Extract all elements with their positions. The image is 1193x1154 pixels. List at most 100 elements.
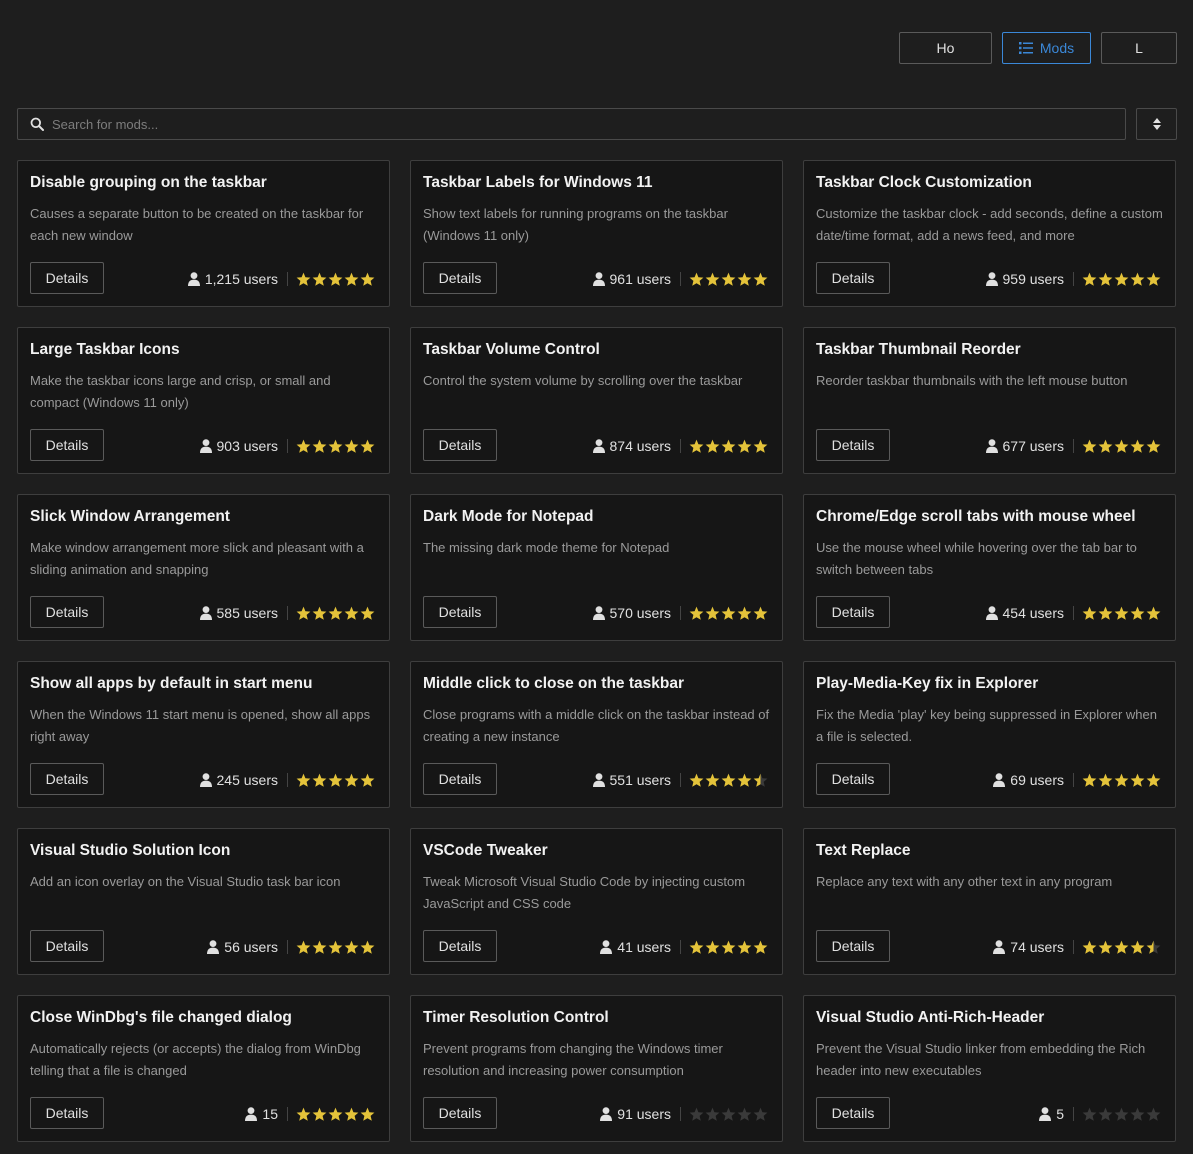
details-button[interactable]: Details — [30, 596, 104, 628]
mod-title: Disable grouping on the taskbar — [30, 174, 267, 191]
user-icon — [985, 272, 998, 286]
star-icon — [705, 272, 720, 286]
details-button[interactable]: Details — [423, 930, 497, 962]
details-button[interactable]: Details — [423, 262, 497, 294]
mod-card[interactable]: Disable grouping on the taskbar Causes a… — [17, 160, 390, 307]
mod-card[interactable]: Dark Mode for Notepad The missing dark m… — [410, 494, 783, 641]
mod-title: Show all apps by default in start menu — [30, 675, 313, 692]
top-nav: Ho Mods L — [899, 32, 1177, 64]
mod-card[interactable]: Large Taskbar Icons Make the taskbar ico… — [17, 327, 390, 474]
user-count: 41 users — [617, 939, 671, 955]
details-button[interactable]: Details — [30, 262, 104, 294]
user-icon — [207, 940, 220, 954]
mod-card[interactable]: Chrome/Edge scroll tabs with mouse wheel… — [803, 494, 1176, 641]
divider — [287, 940, 288, 954]
details-button[interactable]: Details — [816, 1097, 890, 1129]
star-icon — [721, 272, 736, 286]
nav-last-button[interactable]: L — [1101, 32, 1177, 64]
star-icon — [1130, 1107, 1145, 1121]
star-rating — [689, 439, 768, 454]
details-button[interactable]: Details — [30, 763, 104, 795]
star-rating — [689, 606, 768, 621]
star-icon — [753, 439, 768, 453]
details-button[interactable]: Details — [423, 1097, 497, 1129]
mod-card[interactable]: Taskbar Thumbnail Reorder Reorder taskba… — [803, 327, 1176, 474]
details-button[interactable]: Details — [816, 930, 890, 962]
mod-card[interactable]: Timer Resolution Control Prevent program… — [410, 995, 783, 1142]
details-button[interactable]: Details — [30, 1097, 104, 1129]
mod-card[interactable]: Show all apps by default in start menu W… — [17, 661, 390, 808]
mod-description: Prevent programs from changing the Windo… — [423, 1041, 723, 1078]
star-rating — [689, 940, 768, 955]
mod-card[interactable]: Taskbar Clock Customization Customize th… — [803, 160, 1176, 307]
mod-title: Close WinDbg's file changed dialog — [30, 1009, 292, 1026]
star-icon — [312, 773, 327, 787]
details-button[interactable]: Details — [30, 930, 104, 962]
nav-last-label: L — [1135, 40, 1143, 56]
mod-title: Visual Studio Anti-Rich-Header — [816, 1009, 1045, 1026]
mod-card[interactable]: Taskbar Volume Control Control the syste… — [410, 327, 783, 474]
mod-title: Timer Resolution Control — [423, 1009, 609, 1026]
details-button[interactable]: Details — [30, 429, 104, 461]
divider — [1073, 773, 1074, 787]
sort-button[interactable] — [1136, 108, 1177, 140]
star-icon — [753, 773, 768, 787]
details-button[interactable]: Details — [423, 429, 497, 461]
site-logo[interactable] — [22, 22, 312, 68]
star-icon — [689, 272, 704, 286]
divider — [680, 1107, 681, 1121]
mod-card[interactable]: Close WinDbg's file changed dialog Autom… — [17, 995, 390, 1142]
star-icon — [721, 940, 736, 954]
mod-card[interactable]: Visual Studio Anti-Rich-Header Prevent t… — [803, 995, 1176, 1142]
mod-description: Close programs with a middle click on th… — [423, 707, 770, 744]
mod-card[interactable]: Taskbar Labels for Windows 11 Show text … — [410, 160, 783, 307]
nav-mods-button[interactable]: Mods — [1002, 32, 1091, 64]
details-button[interactable]: Details — [423, 596, 497, 628]
nav-home-button[interactable]: Ho — [899, 32, 992, 64]
details-button[interactable]: Details — [816, 429, 890, 461]
star-rating — [689, 272, 768, 287]
mod-meta: 56 users — [207, 939, 375, 955]
divider — [1073, 272, 1074, 286]
divider — [1073, 606, 1074, 620]
star-icon — [360, 1107, 375, 1121]
star-icon — [689, 773, 704, 787]
mod-card[interactable]: Middle click to close on the taskbar Clo… — [410, 661, 783, 808]
user-count: 454 users — [1002, 605, 1064, 621]
mod-description: Make window arrangement more slick and p… — [30, 540, 364, 577]
search-input[interactable] — [52, 109, 1125, 139]
mod-title: Text Replace — [816, 842, 911, 859]
mods-grid: Disable grouping on the taskbar Causes a… — [17, 160, 1176, 1142]
star-icon — [705, 439, 720, 453]
user-count: 56 users — [224, 939, 278, 955]
user-icon — [199, 439, 212, 453]
star-icon — [1114, 606, 1129, 620]
divider — [287, 773, 288, 787]
star-rating — [1082, 940, 1161, 955]
details-button[interactable]: Details — [423, 763, 497, 795]
star-icon — [1098, 439, 1113, 453]
star-icon — [1098, 606, 1113, 620]
details-button[interactable]: Details — [816, 596, 890, 628]
mod-meta: 5 — [1039, 1106, 1161, 1122]
star-icon — [312, 606, 327, 620]
user-count: 903 users — [216, 438, 278, 454]
star-icon — [1130, 272, 1145, 286]
star-icon — [360, 439, 375, 453]
mod-card[interactable]: Text Replace Replace any text with any o… — [803, 828, 1176, 975]
mod-card[interactable]: VSCode Tweaker Tweak Microsoft Visual St… — [410, 828, 783, 975]
mod-card[interactable]: Visual Studio Solution Icon Add an icon … — [17, 828, 390, 975]
mod-card[interactable]: Play-Media-Key fix in Explorer Fix the M… — [803, 661, 1176, 808]
details-button[interactable]: Details — [816, 262, 890, 294]
mod-description: Control the system volume by scrolling o… — [423, 373, 743, 388]
star-icon — [344, 1107, 359, 1121]
mod-card[interactable]: Slick Window Arrangement Make window arr… — [17, 494, 390, 641]
user-count: 961 users — [609, 271, 671, 287]
star-icon — [1130, 439, 1145, 453]
details-button[interactable]: Details — [816, 763, 890, 795]
user-count: 874 users — [609, 438, 671, 454]
user-count: 677 users — [1002, 438, 1064, 454]
mod-meta: 959 users — [985, 271, 1161, 287]
star-icon — [1130, 940, 1145, 954]
mod-meta: 677 users — [985, 438, 1161, 454]
